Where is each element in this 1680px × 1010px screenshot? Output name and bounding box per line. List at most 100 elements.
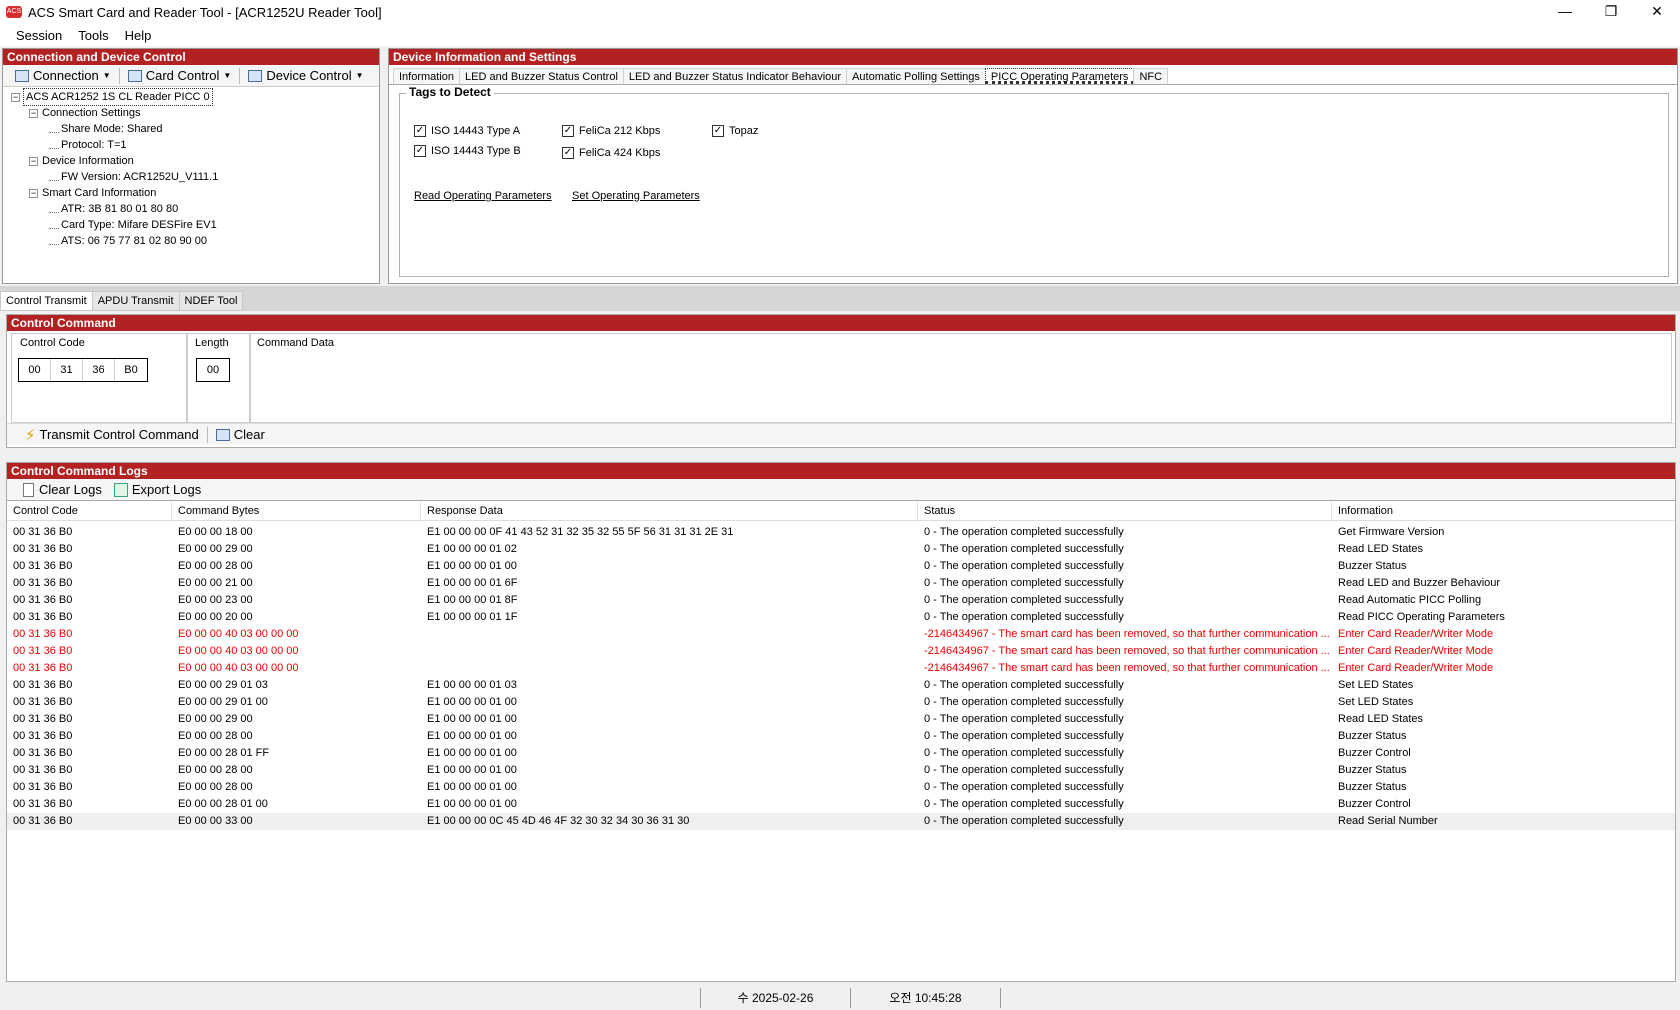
checkbox-felica-212[interactable]: ✓ FeliCa 212 Kbps — [562, 125, 660, 137]
cell-command-bytes: E0 00 00 28 01 FF — [178, 747, 270, 759]
column-header-command-bytes[interactable]: Command Bytes — [172, 501, 421, 520]
cell-status: 0 - The operation completed successfully — [924, 713, 1124, 725]
table-row[interactable]: 00 31 36 B0 E0 00 00 29 00 E1 00 00 00 01 … — [7, 711, 1675, 728]
cell-response-data: E1 00 00 00 01 02 — [427, 543, 517, 555]
table-row[interactable]: 00 31 36 B0 E0 00 00 29 01 00 E1 00 00 00 … — [7, 694, 1675, 711]
tree-leaf-label: Share Mode: Shared — [61, 123, 163, 135]
table-row[interactable]: 00 31 36 B0 E0 00 00 40 03 00 00 00 -21464… — [7, 660, 1675, 677]
cell-control-code: 00 31 36 B0 — [13, 781, 73, 793]
table-row[interactable]: 00 31 36 B0 E0 00 00 33 00 E1 00 00 00 0C … — [7, 813, 1675, 830]
control-code-input[interactable]: 00 31 36 B0 — [18, 358, 148, 382]
column-header-response-data[interactable]: Response Data — [421, 501, 918, 520]
connection-dropdown[interactable]: Connection ▼ — [9, 68, 117, 83]
table-row[interactable]: 00 31 36 B0 E0 00 00 28 01 00 E1 00 00 00 … — [7, 796, 1675, 813]
tree-leaf-card-type[interactable]: Card Type: Mifare DESFire EV1 — [11, 217, 379, 233]
clear-logs-button[interactable]: Clear Logs — [17, 482, 108, 497]
close-button[interactable]: ✕ — [1634, 0, 1680, 24]
tab-picc-operating-parameters[interactable]: PICC Operating Parameters — [984, 68, 1135, 84]
table-row[interactable]: 00 31 36 B0 E0 00 00 28 00 E1 00 00 00 01 … — [7, 779, 1675, 796]
set-operating-parameters-link[interactable]: Set Operating Parameters — [572, 190, 700, 202]
tree-node-reader[interactable]: − ACS ACR1252 1S CL Reader PICC 0 — [11, 88, 379, 106]
control-code-byte[interactable]: 00 — [19, 359, 51, 381]
device-control-label: Device Control — [266, 68, 352, 83]
tab-control-transmit[interactable]: Control Transmit — [0, 291, 93, 311]
cell-response-data: E1 00 00 00 01 00 — [427, 798, 517, 810]
menu-help[interactable]: Help — [117, 28, 160, 43]
checkbox-label: FeliCa 212 Kbps — [579, 125, 661, 137]
tree-leaf-fw-version[interactable]: FW Version: ACR1252U_V111.1 — [11, 169, 379, 185]
eraser-icon — [215, 428, 230, 441]
table-row[interactable]: 00 31 36 B0 E0 00 00 40 03 00 00 00 -21464… — [7, 643, 1675, 660]
menu-session[interactable]: Session — [8, 28, 70, 43]
tree-node-connection-settings[interactable]: − Connection Settings — [11, 105, 379, 121]
read-operating-parameters-link[interactable]: Read Operating Parameters — [414, 190, 552, 202]
tab-ndef-tool[interactable]: NDEF Tool — [178, 291, 244, 311]
card-control-dropdown[interactable]: Card Control ▼ — [122, 68, 238, 83]
column-header-control-code[interactable]: Control Code — [7, 501, 172, 520]
tab-information[interactable]: Information — [393, 68, 461, 84]
minimize-button[interactable]: — — [1542, 0, 1588, 24]
checkbox-iso-14443-a[interactable]: ✓ ISO 14443 Type A — [414, 125, 520, 137]
tab-automatic-polling[interactable]: Automatic Polling Settings — [846, 68, 986, 84]
checkbox-iso-14443-b[interactable]: ✓ ISO 14443 Type B — [414, 145, 521, 157]
table-row[interactable]: 00 31 36 B0 E0 00 00 28 00 E1 00 00 00 01 … — [7, 728, 1675, 745]
column-header-status[interactable]: Status — [918, 501, 1332, 520]
tab-led-buzzer-behaviour[interactable]: LED and Buzzer Status Indicator Behaviou… — [622, 68, 848, 84]
table-row[interactable]: 00 31 36 B0 E0 00 00 18 00 E1 00 00 00 0F … — [7, 524, 1675, 541]
tree-leaf-atr[interactable]: ATR: 3B 81 80 01 80 80 — [11, 201, 379, 217]
table-row[interactable]: 00 31 36 B0 E0 00 00 29 00 E1 00 00 00 01 … — [7, 541, 1675, 558]
tab-led-buzzer-control[interactable]: LED and Buzzer Status Control — [459, 68, 624, 84]
cell-command-bytes: E0 00 00 21 00 — [178, 577, 253, 589]
table-row[interactable]: 00 31 36 B0 E0 00 00 40 03 00 00 00 -21464… — [7, 626, 1675, 643]
export-logs-button[interactable]: Export Logs — [108, 482, 207, 497]
check-icon: ✓ — [414, 125, 426, 137]
tree-leaf-ats[interactable]: ATS: 06 75 77 81 02 80 90 00 — [11, 233, 379, 249]
tab-nfc[interactable]: NFC — [1133, 68, 1169, 84]
tree-node-device-information[interactable]: − Device Information — [11, 153, 379, 169]
control-command-logs-panel: Control Command Logs Clear Logs Export L… — [6, 462, 1676, 982]
control-code-byte[interactable]: B0 — [115, 359, 147, 381]
table-row[interactable]: 00 31 36 B0 E0 00 00 20 00 E1 00 00 00 01 … — [7, 609, 1675, 626]
collapse-icon[interactable]: − — [29, 108, 38, 118]
tree-leaf-protocol[interactable]: Protocol: T=1 — [11, 137, 379, 153]
toolbar-separator — [206, 426, 208, 443]
clear-button[interactable]: Clear — [210, 427, 271, 442]
checkbox-topaz[interactable]: ✓ Topaz — [712, 125, 758, 137]
table-row[interactable]: 00 31 36 B0 E0 00 00 28 00 E1 00 00 00 01 … — [7, 558, 1675, 575]
cell-information: Buzzer Status — [1338, 764, 1407, 776]
check-icon: ✓ — [562, 125, 574, 137]
cell-status: 0 - The operation completed successfully — [924, 730, 1124, 742]
status-separator — [1000, 988, 1001, 1008]
control-code-byte[interactable]: 31 — [51, 359, 83, 381]
table-row[interactable]: 00 31 36 B0 E0 00 00 23 00 E1 00 00 00 01 … — [7, 592, 1675, 609]
transmit-control-command-button[interactable]: ⚡ Transmit Control Command — [19, 426, 205, 444]
tree-node-smart-card-information[interactable]: − Smart Card Information — [11, 185, 379, 201]
command-data-group[interactable]: Command Data — [250, 333, 1672, 423]
table-row[interactable]: 00 31 36 B0 E0 00 00 29 01 03 E1 00 00 00 … — [7, 677, 1675, 694]
device-control-dropdown[interactable]: Device Control ▼ — [242, 68, 369, 83]
table-row[interactable]: 00 31 36 B0 E0 00 00 28 01 FF E1 00 00 00 … — [7, 745, 1675, 762]
tree-leaf-label: ATR: 3B 81 80 01 80 80 — [61, 203, 179, 215]
table-row[interactable]: 00 31 36 B0 E0 00 00 21 00 E1 00 00 00 01 … — [7, 575, 1675, 592]
collapse-icon[interactable]: − — [11, 92, 20, 102]
length-value[interactable]: 00 — [197, 359, 229, 381]
cell-information: Enter Card Reader/Writer Mode — [1338, 628, 1494, 640]
table-row[interactable]: 00 31 36 B0 E0 00 00 28 00 E1 00 00 00 01 … — [7, 762, 1675, 779]
collapse-icon[interactable]: − — [29, 188, 38, 198]
menu-tools[interactable]: Tools — [70, 28, 116, 43]
length-label: Length — [195, 337, 229, 349]
status-bar: 수 2025-02-26 오전 10:45:28 — [0, 986, 1680, 1010]
column-header-information[interactable]: Information — [1332, 501, 1675, 520]
cell-control-code: 00 31 36 B0 — [13, 815, 73, 827]
control-code-byte[interactable]: 36 — [83, 359, 115, 381]
collapse-icon[interactable]: − — [29, 156, 38, 166]
cell-command-bytes: E0 00 00 20 00 — [178, 611, 253, 623]
cell-information: Read LED and Buzzer Behaviour — [1338, 577, 1501, 589]
cell-status: 0 - The operation completed successfully — [924, 611, 1124, 623]
tree-leaf-share-mode[interactable]: Share Mode: Shared — [11, 121, 379, 137]
length-input[interactable]: 00 — [196, 358, 230, 382]
menu-bar: Session Tools Help — [0, 24, 1680, 46]
restore-button[interactable]: ❐ — [1588, 0, 1634, 24]
checkbox-felica-424[interactable]: ✓ FeliCa 424 Kbps — [562, 147, 660, 159]
tab-apdu-transmit[interactable]: APDU Transmit — [91, 291, 180, 311]
